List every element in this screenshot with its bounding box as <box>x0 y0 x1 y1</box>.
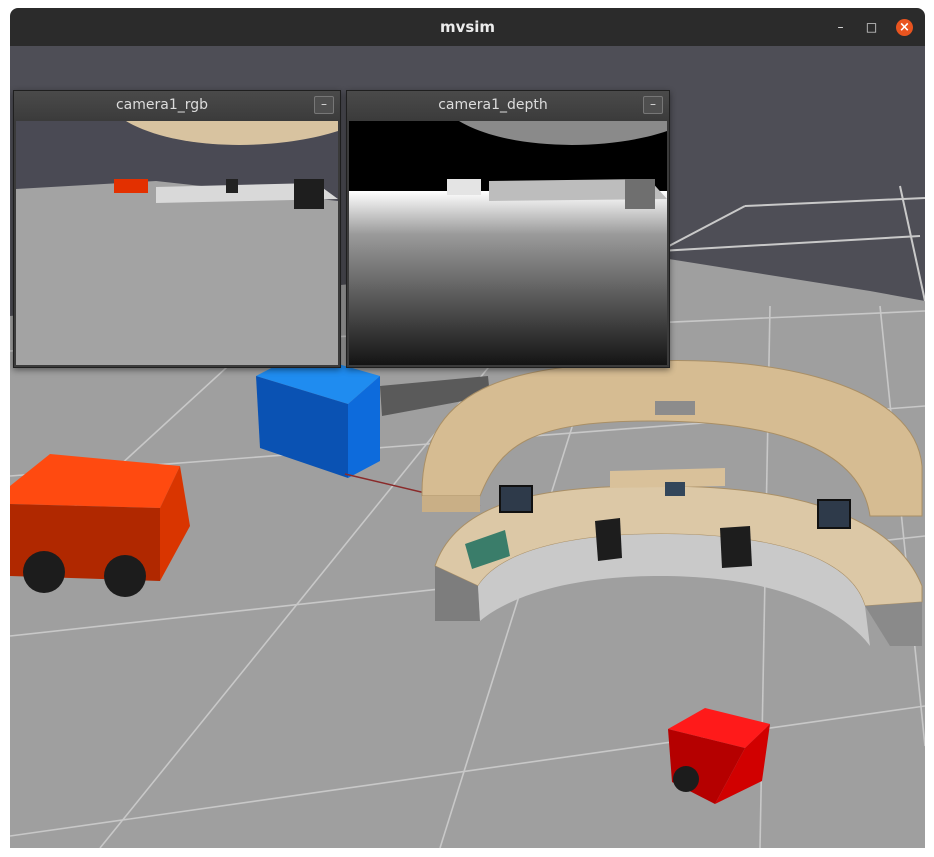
camera1-rgb-view <box>16 121 338 365</box>
camera1-depth-panel[interactable]: camera1_depth – <box>346 90 670 368</box>
camera1-rgb-titlebar[interactable]: camera1_rgb – <box>14 91 340 119</box>
3d-viewport[interactable]: camera1_rgb – camera1_depth – <box>10 46 925 848</box>
depth-image <box>349 121 667 365</box>
close-icon[interactable]: × <box>896 19 913 36</box>
camera1-rgb-panel[interactable]: camera1_rgb – <box>13 90 341 368</box>
maximize-icon[interactable]: □ <box>863 19 880 36</box>
rgb-image <box>16 121 338 365</box>
app-window: mvsim – □ × camera1_rgb – camera1_depth … <box>10 8 925 848</box>
minimize-icon[interactable]: – <box>314 96 334 114</box>
camera1-rgb-title: camera1_rgb <box>115 97 209 113</box>
camera1-depth-title: camera1_depth <box>438 97 548 113</box>
camera1-depth-view <box>349 121 667 365</box>
window-title: mvsim <box>439 18 496 36</box>
camera1-depth-titlebar[interactable]: camera1_depth – <box>347 91 669 119</box>
minimize-icon[interactable]: – <box>832 19 849 36</box>
title-bar[interactable]: mvsim – □ × <box>10 8 925 46</box>
minimize-icon[interactable]: – <box>643 96 663 114</box>
